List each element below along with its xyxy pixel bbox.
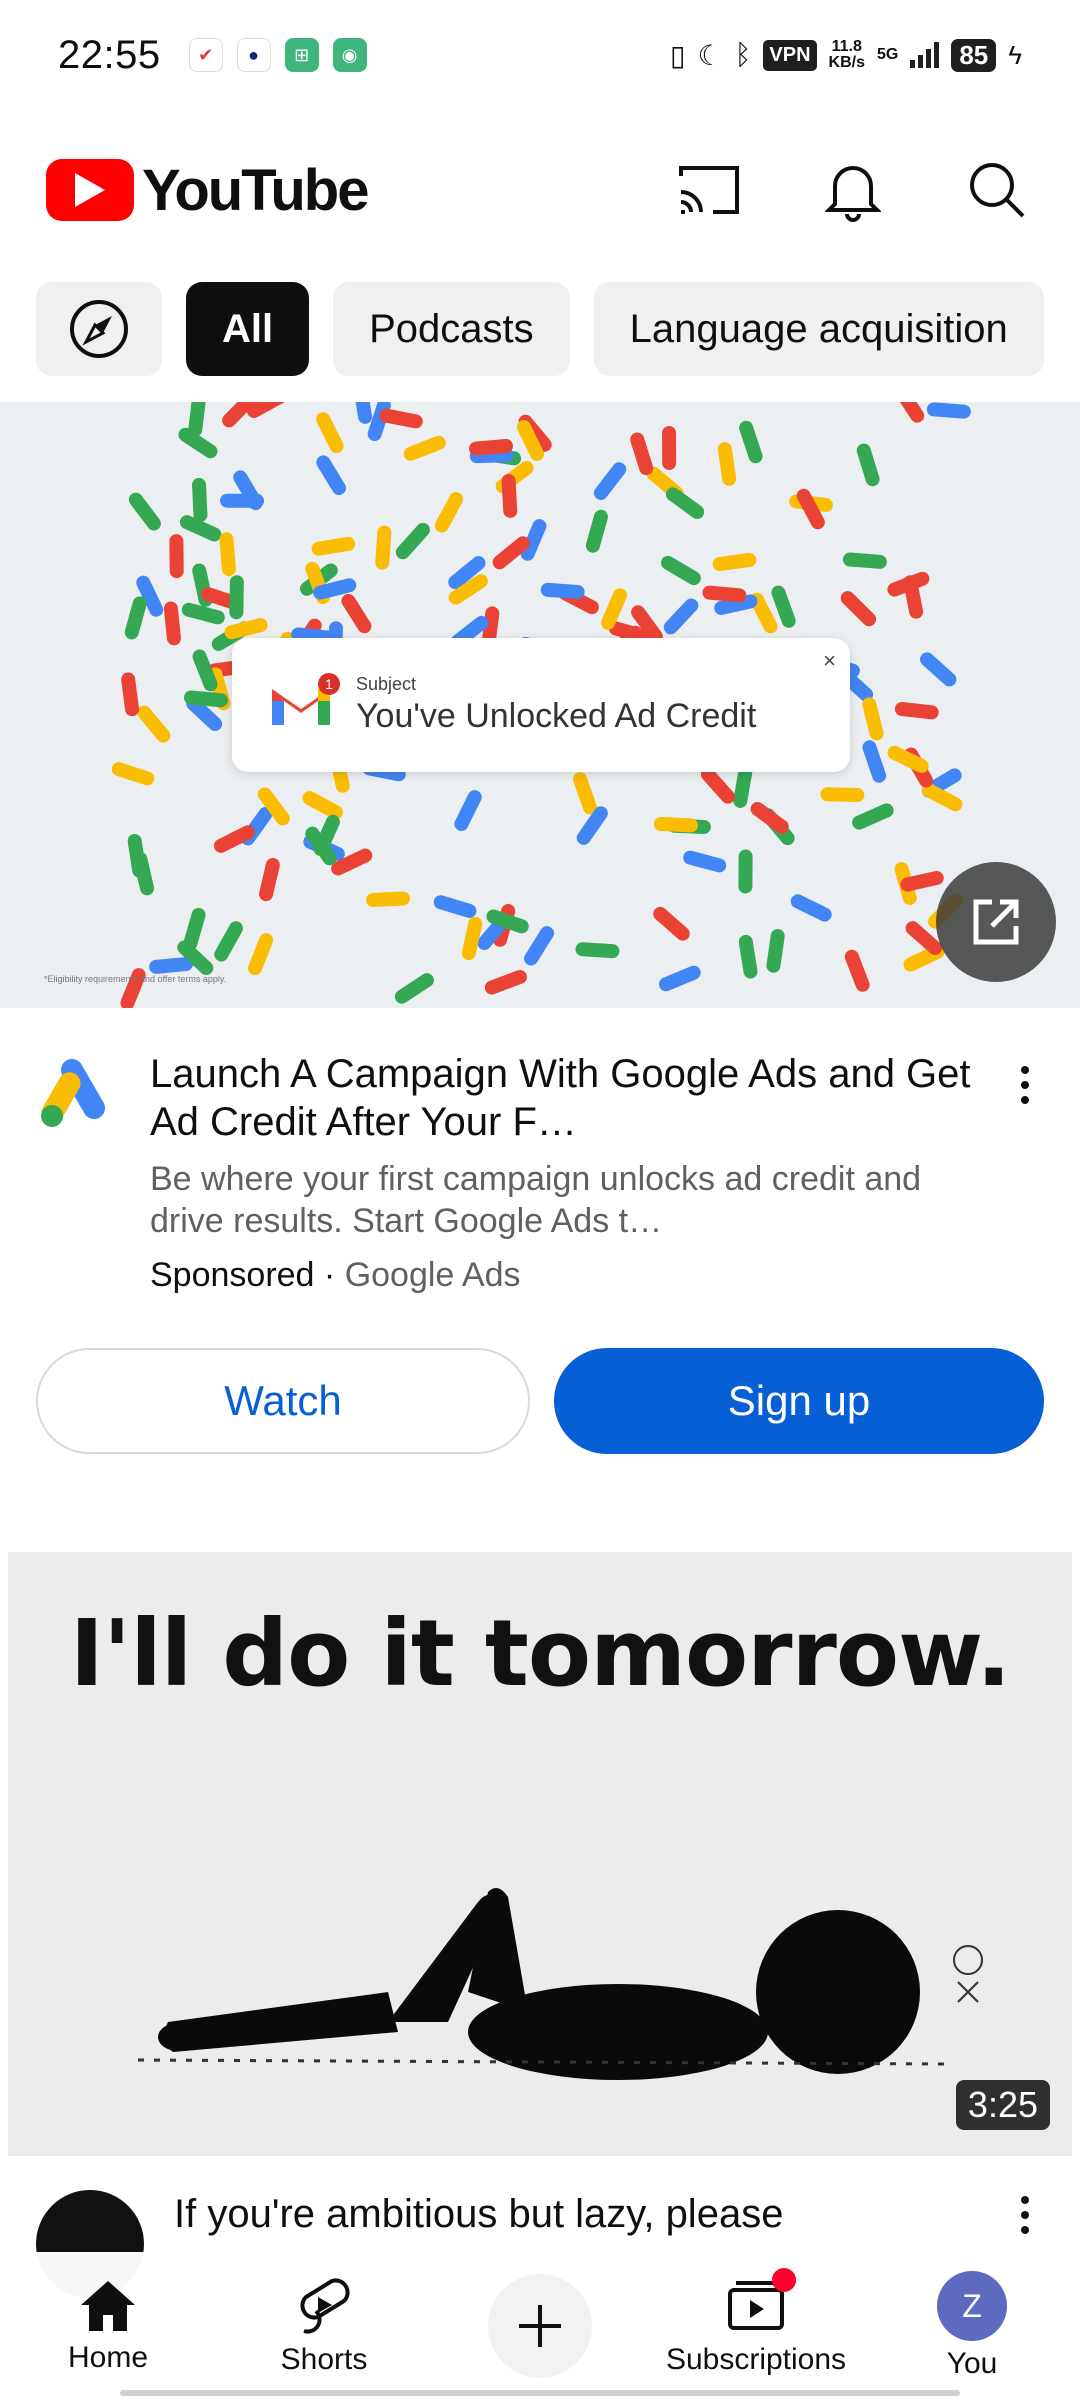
subscriptions-icon	[726, 2267, 796, 2337]
nav-home[interactable]: Home	[8, 2277, 208, 2375]
google-ads-logo-icon[interactable]	[36, 1050, 120, 1134]
chip-all[interactable]: All	[186, 282, 310, 376]
app-notification-icon: ⊞	[284, 38, 319, 72]
shorts-icon	[300, 2278, 350, 2334]
compass-icon	[70, 300, 128, 358]
nav-subscriptions[interactable]: Subscriptions	[656, 2267, 856, 2377]
gesture-bar	[120, 2390, 960, 2396]
ad-description: Be where your first campaign unlocks ad …	[150, 1160, 922, 1240]
ad-meta: Sponsored · Google Ads	[150, 1256, 984, 1295]
more-options-icon[interactable]	[1000, 1060, 1050, 1120]
chip-podcasts[interactable]: Podcasts	[333, 282, 570, 376]
subject-text: You've Unlocked Ad Credit	[356, 697, 757, 735]
external-link-icon	[973, 899, 1019, 945]
network-type: 5G	[876, 46, 899, 63]
more-options-icon[interactable]	[1000, 2190, 1050, 2250]
ad-banner-image[interactable]: 1 Subject You've Unlocked Ad Credit × *E…	[0, 402, 1080, 1008]
vpn-badge: VPN	[763, 39, 817, 71]
notification-icons: ✔ ● ⊞ ◉	[188, 38, 367, 72]
logo-text: YouTube	[142, 157, 369, 223]
gmail-badge: 1	[318, 673, 340, 695]
ad-actions: Watch Sign up	[36, 1348, 1044, 1454]
home-icon	[81, 2281, 135, 2331]
search-icon[interactable]	[960, 153, 1034, 227]
subject-label: Subject	[356, 674, 417, 694]
new-content-dot	[772, 2267, 796, 2292]
nav-you-label: You	[946, 2347, 998, 2380]
speed-unit: KB/s	[828, 54, 865, 71]
chip-language-acquisition[interactable]: Language acquisition	[593, 282, 1044, 376]
filter-chips: All Podcasts Language acquisition	[36, 282, 1044, 376]
vibrate-icon: ▯	[670, 39, 686, 71]
nav-shorts[interactable]: Shorts	[224, 2275, 424, 2377]
plus-icon	[519, 2305, 561, 2347]
nav-you[interactable]: Z You	[872, 2271, 1072, 2381]
app-notification-icon: ✔	[188, 38, 223, 72]
video-duration: 3:25	[955, 2080, 1050, 2130]
signal-icon	[910, 42, 940, 68]
sponsored-label: Sponsored	[150, 1256, 315, 1294]
moon-icon: ☾	[697, 39, 723, 71]
close-icon: ×	[823, 648, 836, 673]
gmail-icon: 1	[268, 673, 340, 729]
lying-figure-illustration	[137, 1888, 983, 2080]
ad-title[interactable]: Launch A Campaign With Google Ads and Ge…	[150, 1050, 984, 1146]
user-avatar: Z	[937, 2271, 1007, 2341]
charging-icon: ϟ	[1008, 39, 1022, 70]
meta-separator: ·	[314, 1256, 345, 1294]
sign-up-button[interactable]: Sign up	[554, 1348, 1044, 1454]
nav-shorts-label: Shorts	[280, 2343, 368, 2376]
gmail-notification-card: 1 Subject You've Unlocked Ad Credit ×	[232, 638, 850, 772]
app-notification-icon: ●	[236, 38, 271, 72]
battery-level: 85	[951, 38, 997, 72]
cast-icon[interactable]	[672, 153, 746, 227]
create-button[interactable]	[488, 2274, 592, 2378]
ad-info[interactable]: Launch A Campaign With Google Ads and Ge…	[0, 1050, 1080, 1295]
notifications-icon[interactable]	[816, 153, 890, 227]
youtube-play-icon	[46, 159, 134, 221]
network-speed: 11.8 KB/s	[829, 39, 865, 71]
youtube-logo[interactable]: YouTube	[46, 157, 369, 224]
nav-create[interactable]	[440, 2274, 640, 2378]
speed-value: 11.8	[831, 38, 862, 55]
status-time: 22:55	[58, 32, 161, 77]
app-header: YouTube	[0, 140, 1080, 240]
eligibility-note: *Eligibility requirements and offer term…	[44, 974, 227, 984]
status-bar: 22:55 ✔ ● ⊞ ◉ ▯ ☾ ᛒ VPN 11.8 KB/s 5G 85 …	[0, 0, 1080, 110]
open-external-button[interactable]	[936, 862, 1056, 982]
bluetooth-icon: ᛒ	[734, 39, 752, 70]
advertiser-name: Google Ads	[344, 1256, 521, 1294]
app-notification-icon: ◉	[332, 38, 367, 72]
nav-subscriptions-label: Subscriptions	[665, 2342, 847, 2376]
video-thumbnail[interactable]: I'll do it tomorrow. 3:25	[8, 1552, 1072, 2156]
watch-button[interactable]: Watch	[36, 1348, 530, 1454]
bottom-navigation: Home Shorts Subscriptions Z You	[0, 2252, 1080, 2400]
explore-chip[interactable]	[36, 282, 162, 376]
nav-home-label: Home	[67, 2341, 149, 2374]
